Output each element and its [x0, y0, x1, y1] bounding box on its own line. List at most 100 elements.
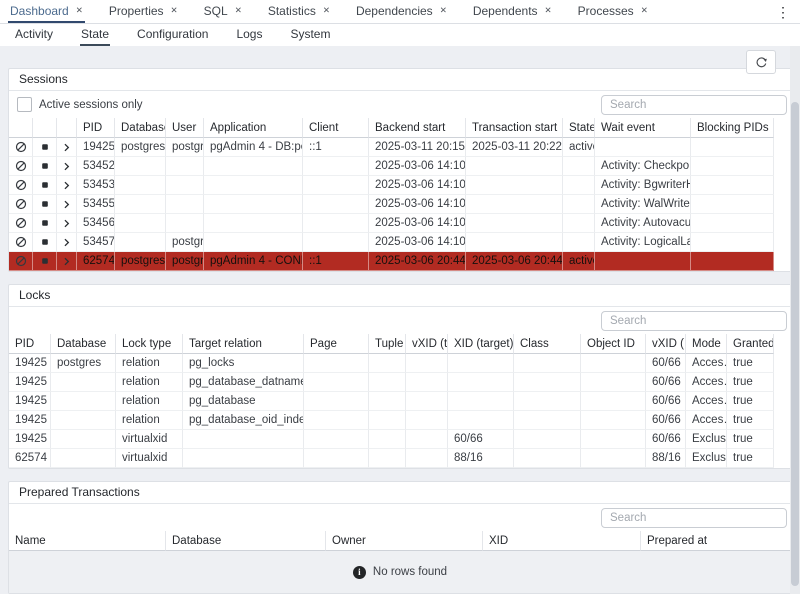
column-header-lock-type[interactable]: Lock type — [116, 334, 183, 354]
column-header-database[interactable]: Database — [51, 334, 116, 354]
tab-state[interactable]: State — [80, 24, 110, 46]
column-header-class[interactable]: Class — [514, 334, 581, 354]
column-header-mode[interactable]: Mode — [686, 334, 727, 354]
kebab-menu-icon[interactable]: ⋮ — [774, 5, 792, 19]
table-row[interactable]: 19425virtualxid60/6660/66Exclusi…true — [9, 430, 774, 449]
column-header-xid[interactable]: XID — [483, 531, 641, 551]
table-row[interactable]: 19425relationpg_database60/66Acces…true — [9, 392, 774, 411]
terminate-session-icon[interactable] — [39, 179, 51, 191]
column-header-target-relation[interactable]: Target relation — [183, 334, 304, 354]
table-row[interactable]: 19425relationpg_database_oid_index60/66A… — [9, 411, 774, 430]
column-header-client[interactable]: Client — [303, 118, 369, 138]
column-header-page[interactable]: Page — [304, 334, 369, 354]
expand-row-icon[interactable] — [61, 256, 72, 267]
column-header-wait-event[interactable]: Wait event — [595, 118, 691, 138]
cancel-query-icon[interactable] — [15, 160, 27, 172]
close-tab-icon[interactable]: ✕ — [545, 6, 552, 15]
tab-configuration[interactable]: Configuration — [136, 24, 209, 46]
close-tab-icon[interactable]: ✕ — [440, 6, 447, 15]
cell: postgres — [115, 138, 166, 157]
object-tab-bar: Dashboard✕ Properties✕ SQL✕ Statistics✕ Depe… — [0, 0, 800, 24]
close-tab-icon[interactable]: ✕ — [641, 6, 648, 15]
expand-row-icon[interactable] — [61, 142, 72, 153]
column-header-tuple[interactable]: Tuple — [369, 334, 406, 354]
cell: 53452 — [77, 157, 115, 176]
table-row[interactable]: 534522025-03-06 14:10:11 …Activity: Chec… — [9, 157, 774, 176]
table-row[interactable]: 19425postgrespostgr…pgAdmin 4 - DB:post…… — [9, 138, 774, 157]
table-row[interactable]: 53457postgr…2025-03-06 14:10:11 …Activit… — [9, 233, 774, 252]
cancel-query-icon[interactable] — [15, 236, 27, 248]
cell — [115, 176, 166, 195]
cancel-query-icon[interactable] — [15, 179, 27, 191]
close-tab-icon[interactable]: ✕ — [171, 6, 178, 15]
cell: Exclusi… — [686, 449, 727, 468]
cell — [204, 157, 303, 176]
column-header-user[interactable]: User — [166, 118, 204, 138]
active-sessions-filter[interactable]: Active sessions only — [17, 97, 143, 112]
terminate-session-icon[interactable] — [39, 198, 51, 210]
sessions-search-input[interactable] — [601, 95, 787, 115]
tab-dependents[interactable]: Dependents✕ — [471, 0, 554, 23]
tab-dependencies[interactable]: Dependencies✕ — [354, 0, 449, 23]
close-tab-icon[interactable]: ✕ — [76, 6, 83, 15]
locks-search-input[interactable] — [601, 311, 787, 331]
column-header-application[interactable]: Application — [204, 118, 303, 138]
table-row[interactable]: 19425relationpg_database_datname_ind…60/… — [9, 373, 774, 392]
cancel-query-icon[interactable] — [15, 217, 27, 229]
expand-row-icon[interactable] — [61, 199, 72, 210]
column-header-xid-target-[interactable]: XID (target) — [448, 334, 514, 354]
column-header-blocking-pids[interactable]: Blocking PIDs — [691, 118, 774, 138]
terminate-session-icon[interactable] — [39, 160, 51, 172]
column-header-name[interactable]: Name — [9, 531, 166, 551]
column-header-state[interactable]: State — [563, 118, 595, 138]
table-row[interactable]: 19425postgresrelationpg_locks60/66Acces…… — [9, 354, 774, 373]
tab-properties[interactable]: Properties✕ — [107, 0, 180, 23]
table-row[interactable]: 62574postgrespostgr…pgAdmin 4 - CONN:6…:… — [9, 252, 774, 271]
close-tab-icon[interactable]: ✕ — [323, 6, 330, 15]
tab-system[interactable]: System — [289, 24, 331, 46]
table-row[interactable]: 534562025-03-06 14:10:11 …Activity: Auto… — [9, 214, 774, 233]
cancel-query-icon[interactable] — [15, 255, 27, 267]
close-tab-icon[interactable]: ✕ — [235, 6, 242, 15]
table-row[interactable]: 534532025-03-06 14:10:11 …Activity: Bgwr… — [9, 176, 774, 195]
scrollbar-thumb[interactable] — [791, 102, 799, 586]
expand-row-icon[interactable] — [61, 180, 72, 191]
terminate-session-icon[interactable] — [39, 141, 51, 153]
column-header-object-id[interactable]: Object ID — [581, 334, 646, 354]
expand-row-icon[interactable] — [61, 218, 72, 229]
column-header-backend-start[interactable]: Backend start — [369, 118, 466, 138]
active-sessions-checkbox[interactable] — [17, 97, 32, 112]
prepared-empty-state: i No rows found — [9, 551, 791, 593]
terminate-session-cell — [33, 138, 57, 157]
expand-row-icon[interactable] — [61, 161, 72, 172]
column-header-database[interactable]: Database — [115, 118, 166, 138]
table-row[interactable]: 534552025-03-06 14:10:11 …Activity: WalW… — [9, 195, 774, 214]
refresh-button[interactable] — [746, 50, 776, 74]
column-header-transaction-start[interactable]: Transaction start — [466, 118, 563, 138]
column-header-pid[interactable]: PID — [9, 334, 51, 354]
tab-sql[interactable]: SQL✕ — [202, 0, 244, 23]
tab-processes[interactable]: Processes✕ — [576, 0, 650, 23]
terminate-session-icon[interactable] — [39, 255, 51, 267]
expand-row-icon[interactable] — [61, 237, 72, 248]
terminate-session-icon[interactable] — [39, 217, 51, 229]
column-header-granted-[interactable]: Granted? — [727, 334, 774, 354]
cancel-query-icon[interactable] — [15, 198, 27, 210]
cancel-query-icon[interactable] — [15, 141, 27, 153]
column-header-owner[interactable]: Owner — [326, 531, 483, 551]
tab-logs[interactable]: Logs — [235, 24, 263, 46]
tab-statistics[interactable]: Statistics✕ — [266, 0, 332, 23]
cell — [563, 233, 595, 252]
terminate-session-icon[interactable] — [39, 236, 51, 248]
column-header-pid[interactable]: PID — [77, 118, 115, 138]
vertical-scrollbar[interactable] — [790, 46, 800, 594]
tab-activity[interactable]: Activity — [14, 24, 54, 46]
column-header-database[interactable]: Database — [166, 531, 326, 551]
column-header-vxid-t-[interactable]: vXID (t… — [406, 334, 448, 354]
prepared-search-input[interactable] — [601, 508, 787, 528]
column-header-vxid-[interactable]: vXID (… — [646, 334, 686, 354]
tab-dashboard[interactable]: Dashboard✕ — [8, 0, 85, 23]
table-row[interactable]: 62574virtualxid88/1688/16Exclusi…true — [9, 449, 774, 468]
cell: Acces… — [686, 373, 727, 392]
column-header-prepared-at[interactable]: Prepared at — [641, 531, 791, 551]
